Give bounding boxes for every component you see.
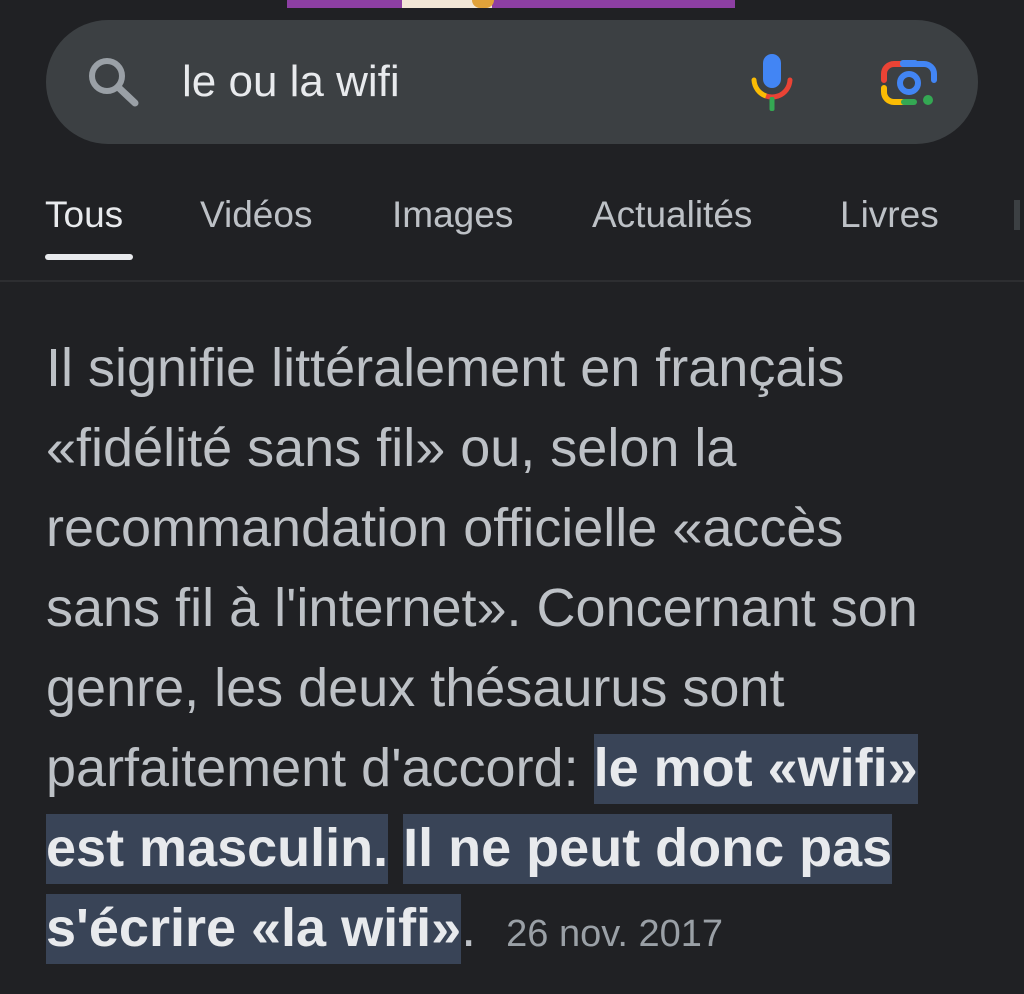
tab-actualites[interactable]: Actualités — [592, 192, 752, 238]
snippet-line: recommandation officielle «accès — [46, 498, 844, 558]
snippet-line: parfaitement d'accord: le mot «wifi» — [46, 728, 986, 808]
image-thumbnail-edge — [287, 0, 735, 8]
snippet-line: Il signifie littéralement en français — [46, 338, 845, 398]
tab-tous[interactable]: Tous — [45, 192, 123, 238]
snippet-date: 26 nov. 2017 — [506, 913, 724, 955]
featured-snippet: Il signifie littéralement en français «f… — [46, 328, 986, 968]
tab-livres[interactable]: Livres — [840, 192, 939, 238]
snippet-highlight: s'écrire «la wifi» — [46, 894, 462, 964]
google-lens-icon[interactable] — [880, 56, 938, 110]
snippet-line: genre, les deux thésaurus sont — [46, 658, 785, 718]
snippet-line: s'écrire «la wifi». 26 nov. 2017 — [46, 888, 986, 968]
snippet-line: est masculin. Il ne peut donc pas — [46, 808, 986, 888]
tabs-divider — [0, 280, 1024, 282]
snippet-highlight: Il ne peut donc pas — [403, 814, 893, 884]
search-results-page: le ou la wifi Tous Vidéos Images Actuali… — [0, 0, 1024, 994]
search-icon[interactable] — [86, 56, 142, 108]
microphone-icon[interactable] — [748, 52, 798, 114]
active-tab-indicator — [45, 254, 133, 260]
search-input[interactable]: le ou la wifi — [182, 56, 400, 108]
snippet-text: parfaitement d'accord: — [46, 738, 594, 798]
snippet-line: «fidélité sans fil» ou, selon la — [46, 418, 737, 478]
tab-overflow-edge — [1014, 200, 1020, 230]
snippet-highlight: le mot «wifi» — [593, 734, 918, 804]
snippet-line: sans fil à l'internet». Concernant son — [46, 578, 918, 638]
tab-videos[interactable]: Vidéos — [200, 192, 312, 238]
snippet-period: . — [461, 898, 477, 958]
tab-images[interactable]: Images — [392, 192, 513, 238]
snippet-highlight: est masculin. — [46, 814, 389, 884]
search-tabs: Tous Vidéos Images Actualités Livres — [0, 170, 1024, 280]
